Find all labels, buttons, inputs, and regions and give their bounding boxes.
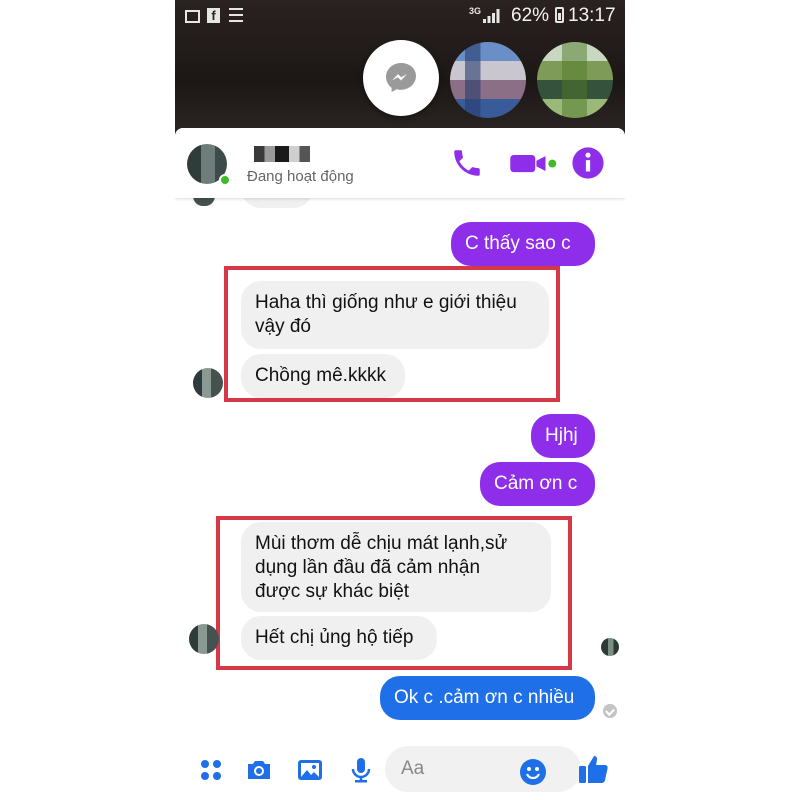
message-bubble-incoming[interactable]: Chồng mê.kkkk xyxy=(241,354,405,398)
avatar[interactable] xyxy=(193,368,223,398)
phone-icon[interactable] xyxy=(450,146,484,180)
microphone-icon[interactable] xyxy=(347,756,375,784)
network-type: 3G xyxy=(469,6,482,16)
message-bubble-outgoing[interactable]: Hjhj xyxy=(531,414,595,458)
image-icon[interactable] xyxy=(296,756,324,784)
message-bubble-outgoing[interactable]: Ok c .cảm ơn c nhiều xyxy=(380,676,595,720)
video-icon[interactable] xyxy=(508,146,558,180)
delivered-check-icon xyxy=(603,704,617,718)
message-bubble-incoming[interactable]: Mùi thơm dễ chịu mát lạnh,sử dụng lần đầ… xyxy=(241,522,551,612)
phone-screen: f 3G 62% 13:17 Đang hoạt động C thấy sao… xyxy=(175,0,625,800)
battery-icon xyxy=(555,7,564,23)
signal-icon xyxy=(483,9,500,23)
active-status: Đang hoạt động xyxy=(247,168,354,185)
emoji-icon[interactable] xyxy=(519,758,547,786)
contact-name-blurred[interactable] xyxy=(247,146,317,162)
messenger-chat-head[interactable] xyxy=(363,40,439,116)
gallery-icon xyxy=(185,10,200,23)
status-bar: f 3G 62% 13:17 xyxy=(175,0,625,32)
camera-icon[interactable] xyxy=(245,756,273,784)
facebook-icon: f xyxy=(207,8,220,23)
message-bubble-incoming[interactable]: Hết chị ủng hộ tiếp xyxy=(241,616,437,660)
thumbs-up-icon[interactable] xyxy=(577,752,611,786)
battery-percent: 62% xyxy=(511,5,550,26)
online-status-dot xyxy=(219,174,231,186)
message-list[interactable]: C thấy sao c Haha thì giống như e giới t… xyxy=(175,188,625,748)
info-icon[interactable] xyxy=(571,146,605,180)
clock: 13:17 xyxy=(568,5,616,26)
message-bubble-incoming[interactable]: Haha thì giống như e giới thiệu vậy đó xyxy=(241,281,549,349)
message-bubble-outgoing[interactable]: C thấy sao c xyxy=(451,222,595,266)
seen-receipt-avatar xyxy=(601,638,619,656)
list-icon xyxy=(229,8,243,22)
message-composer xyxy=(175,736,625,800)
avatar[interactable] xyxy=(189,624,219,654)
contact-avatar[interactable] xyxy=(450,42,526,118)
apps-icon[interactable] xyxy=(197,756,225,784)
message-bubble-outgoing[interactable]: Cảm ơn c xyxy=(480,462,595,506)
conversation-window: Đang hoạt động C thấy sao c Haha thì giố… xyxy=(175,128,625,800)
message-input[interactable] xyxy=(385,746,581,792)
chat-header: Đang hoạt động xyxy=(175,128,625,198)
contact-avatar[interactable] xyxy=(537,42,613,118)
messenger-icon xyxy=(386,63,416,92)
